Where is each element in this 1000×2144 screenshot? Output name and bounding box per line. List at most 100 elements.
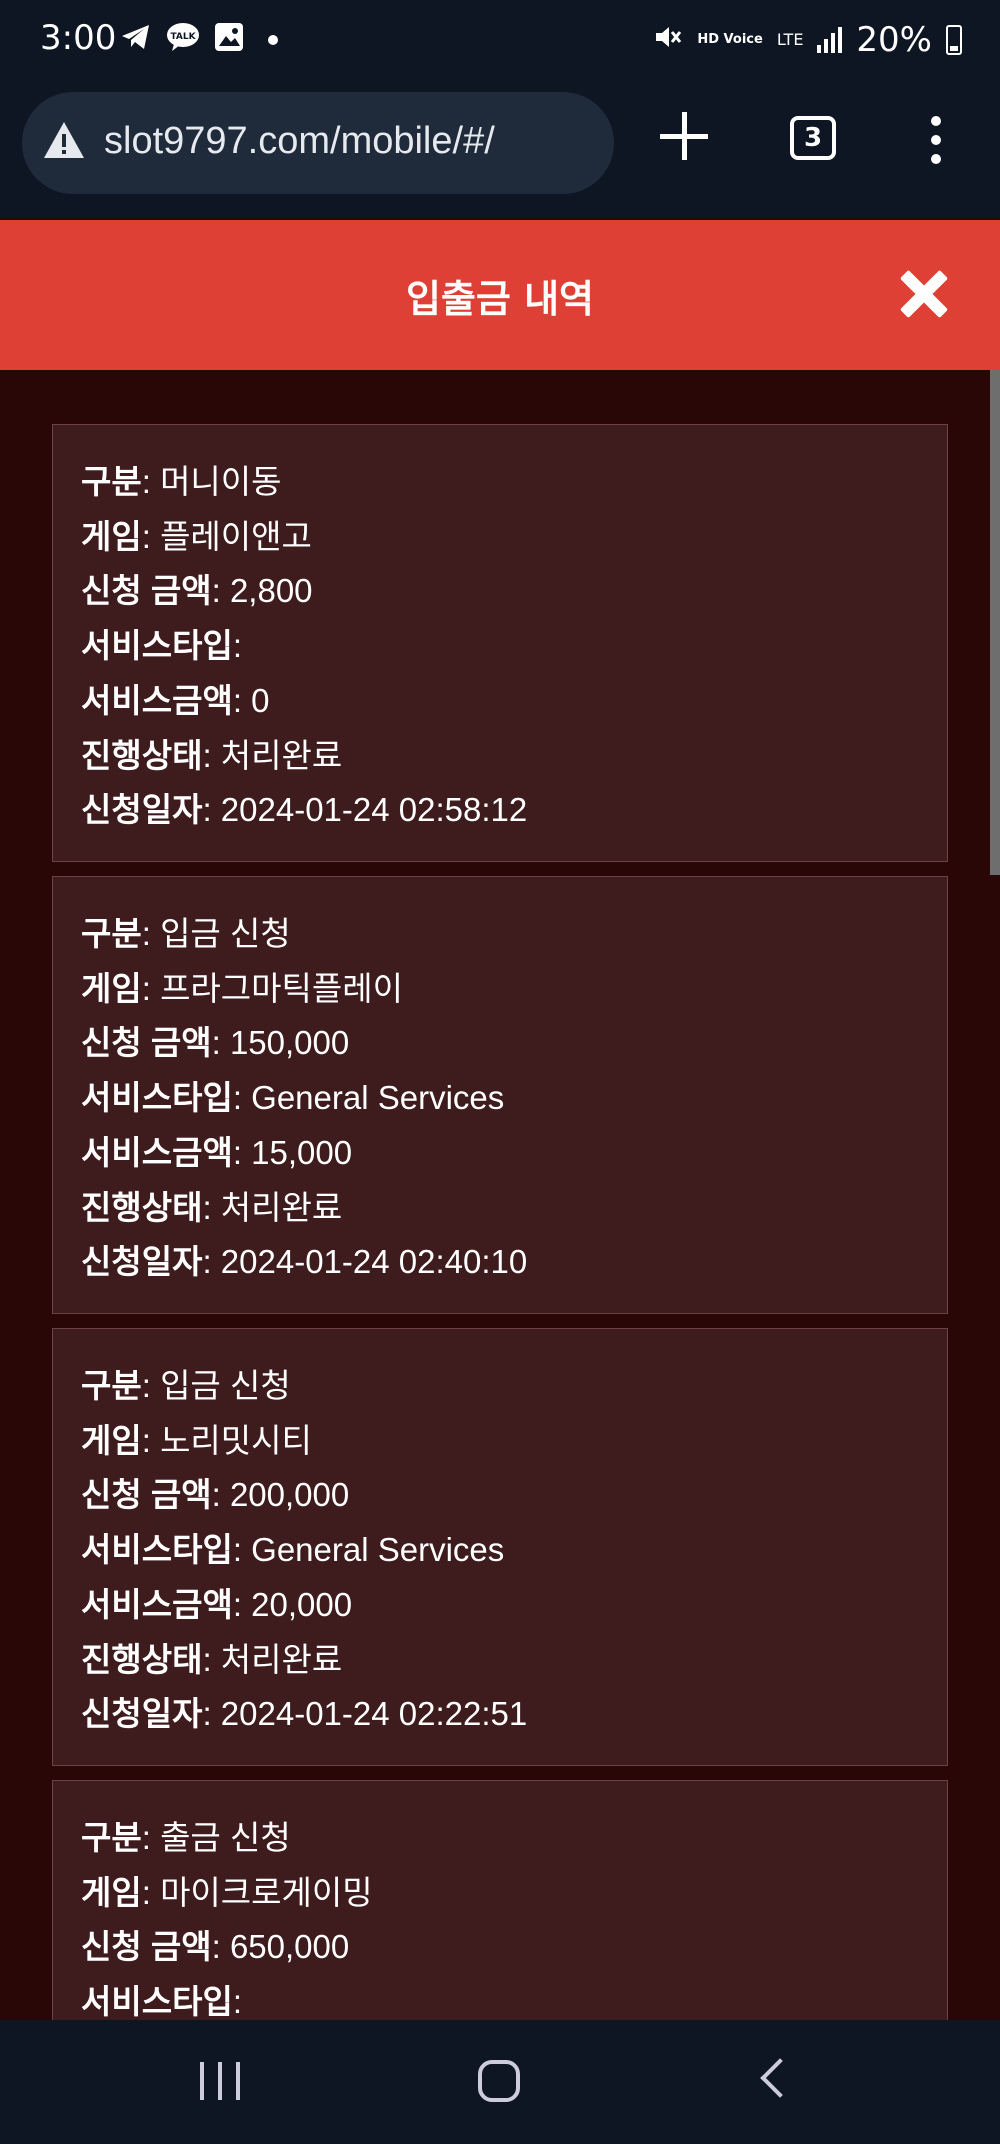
service-type-label: 서비스타입 [81,627,233,665]
date-label: 신청일자 [81,1243,203,1281]
amount-label: 신청 금액 [81,572,212,610]
gallery-icon [214,22,244,58]
service-type-value: : [232,627,242,665]
service-type-row: 서비스타입: General Services [81,1523,919,1578]
date-row: 신청일자: 2024-01-24 02:40:10 [81,1235,919,1290]
game-value: : 플레이앤고 [141,517,312,555]
game-value: : 노리밋시티 [141,1421,312,1459]
status-value: : 처리완료 [202,736,343,774]
service-type-row: 서비스타입: [81,1975,919,2020]
service-amount-row: 서비스금액: 0 [81,674,919,729]
close-button[interactable] [898,268,950,320]
category-label: 구분 [81,915,142,952]
amount-label: 신청 금액 [81,1476,212,1514]
back-button[interactable] [760,2058,800,2098]
service-amount-row: 서비스금액: 20,000 [81,1578,919,1633]
mute-icon [653,22,683,58]
category-label: 구분 [81,1367,142,1404]
service-type-label: 서비스타입 [81,1531,233,1569]
battery-percent: 20% [856,20,932,60]
scrollbar[interactable] [990,370,1000,875]
service-amount-value: : 15,000 [232,1133,353,1171]
game-label: 게임 [81,517,142,555]
service-type-row: 서비스타입: [81,619,919,674]
new-tab-button[interactable] [656,108,712,164]
game-row: 게임: 플레이앤고 [81,510,919,565]
status-label: 진행상태 [81,1188,203,1226]
status-label: 진행상태 [81,1640,203,1678]
list-item: 구분: 입금 신청 게임: 프라그마틱플레이 신청 금액: 150,000 서비… [52,876,948,1314]
category-row: 구분: 출금 신청 [81,1811,919,1866]
category-row: 구분: 머니이동 [81,455,919,510]
status-row: 진행상태: 처리완료 [81,729,919,784]
amount-row: 신청 금액: 2,800 [81,564,919,619]
date-row: 신청일자: 2024-01-24 02:58:12 [81,783,919,838]
service-amount-label: 서비스금액 [81,1585,233,1623]
amount-label: 신청 금액 [81,1024,212,1062]
game-row: 게임: 프라그마틱플레이 [81,962,919,1017]
service-type-value: : General Services [232,1079,505,1117]
tab-switcher-button[interactable]: 3 [790,116,836,160]
game-row: 게임: 노리밋시티 [81,1414,919,1469]
status-label: 진행상태 [81,736,203,774]
browser-menu-button[interactable] [926,116,946,164]
category-row: 구분: 입금 신청 [81,907,919,962]
amount-value: : 650,000 [211,1928,350,1966]
category-value: : 입금 신청 [141,1367,291,1404]
category-label: 구분 [81,463,142,500]
hd-voice-icon: HD Voice [697,32,763,47]
signal-icon [817,27,843,53]
list-item: 구분: 머니이동 게임: 플레이앤고 신청 금액: 2,800 서비스타입: 서… [52,424,948,862]
address-bar[interactable]: slot9797.com/mobile/#/ [22,92,614,194]
service-amount-row: 서비스금액: 15,000 [81,1126,919,1181]
category-value: : 입금 신청 [141,915,291,952]
status-value: : 처리완료 [202,1188,343,1226]
status-row: 진행상태: 처리완료 [81,1181,919,1236]
list-item: 구분: 출금 신청 게임: 마이크로게이밍 신청 금액: 650,000 서비스… [52,1780,948,2020]
home-button[interactable] [478,2060,520,2102]
amount-value: : 2,800 [211,572,313,610]
category-value: : 출금 신청 [141,1819,291,1856]
list-item: 구분: 입금 신청 게임: 노리밋시티 신청 금액: 200,000 서비스타입… [52,1328,948,1766]
game-label: 게임 [81,1421,142,1459]
status-bar: 3:00 TALK HD Voice LTE 20% [0,0,1000,88]
system-status-icons: HD Voice LTE 20% [653,20,962,60]
service-type-row: 서비스타입: General Services [81,1071,919,1126]
warning-icon[interactable] [42,120,86,160]
amount-value: : 200,000 [211,1476,350,1514]
transaction-history-list[interactable]: 구분: 머니이동 게임: 플레이앤고 신청 금액: 2,800 서비스타입: 서… [0,370,1000,2020]
date-value: : 2024-01-24 02:22:51 [202,1695,528,1733]
telegram-icon [120,23,152,57]
service-amount-label: 서비스금액 [81,1133,233,1171]
status-time: 3:00 [40,18,117,58]
service-type-value: : General Services [232,1531,505,1569]
amount-label: 신청 금액 [81,1928,212,1966]
kakaotalk-icon: TALK [166,22,200,58]
game-label: 게임 [81,969,142,1007]
game-row: 게임: 마이크로게이밍 [81,1866,919,1921]
date-label: 신청일자 [81,1695,203,1733]
status-row: 진행상태: 처리완료 [81,1633,919,1688]
recent-apps-button[interactable] [200,2062,240,2100]
game-value: : 프라그마틱플레이 [141,969,403,1007]
lte-icon: LTE [776,30,804,49]
browser-toolbar: slot9797.com/mobile/#/ 3 [0,88,1000,218]
service-amount-value: : 20,000 [232,1585,353,1623]
service-type-label: 서비스타입 [81,1983,233,2020]
game-value: : 마이크로게이밍 [141,1873,373,1911]
category-row: 구분: 입금 신청 [81,1359,919,1414]
url-text[interactable]: slot9797.com/mobile/#/ [104,120,495,163]
service-amount-value: : 0 [232,681,270,719]
date-value: : 2024-01-24 02:40:10 [202,1243,528,1281]
amount-value: : 150,000 [211,1024,350,1062]
amount-row: 신청 금액: 150,000 [81,1016,919,1071]
category-label: 구분 [81,1819,142,1856]
system-navigation-bar [0,2020,1000,2144]
amount-row: 신청 금액: 650,000 [81,1920,919,1975]
amount-row: 신청 금액: 200,000 [81,1468,919,1523]
date-row: 신청일자: 2024-01-24 02:22:51 [81,1687,919,1742]
service-amount-label: 서비스금액 [81,681,233,719]
svg-text:TALK: TALK [170,32,196,42]
date-label: 신청일자 [81,791,203,829]
category-value: : 머니이동 [141,463,282,500]
